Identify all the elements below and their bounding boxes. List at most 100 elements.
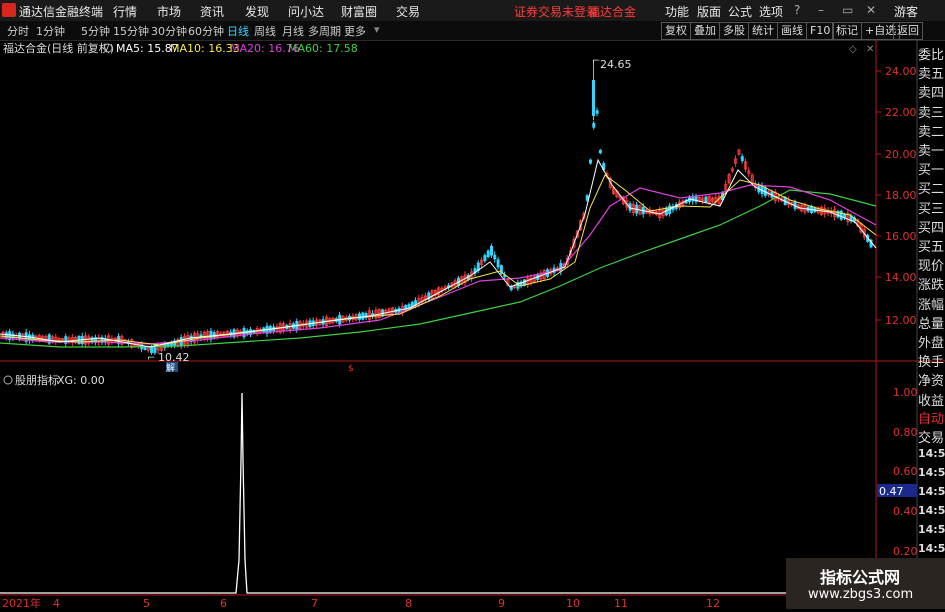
menu-item-formula[interactable]: 公式 [728,3,752,20]
quote-field-label: 委比 [918,48,945,63]
minimize-icon[interactable]: – [818,3,824,17]
watermark-url: www.zbgs3.com [808,587,914,602]
period-tab-60min[interactable]: 60分钟 [188,23,224,39]
kline-chart[interactable]: 福达合金(日线 前复权) MA5: 15.87 MA10: 16.33 MA20… [0,40,945,609]
price-axis: 24.00 22.00 20.00 18.00 16.00 14.00 12.0… [885,65,917,327]
menu-item-news[interactable]: 资讯 [200,3,224,20]
indicator-tick: 0.20 [893,545,918,558]
candle-body [839,210,843,220]
menu-item-ask[interactable]: 问小达 [288,3,324,20]
quote-field-label: 涨幅 [918,297,945,313]
restore-icon[interactable]: ▭ [842,3,853,17]
quote-field-label: 现价 [918,259,945,275]
multi-stock-button[interactable]: 多股 [719,22,749,40]
candle-body [486,250,490,257]
time-tick: 10 [566,597,580,609]
price-tick: 18.00 [885,189,917,202]
candle-body [357,313,361,320]
candle-body [740,156,744,162]
tick-time: 14:56 [918,504,945,517]
unlock-marker[interactable]: 解 [166,362,175,374]
back-button[interactable]: 返回 [893,22,923,40]
time-tick: 8 [405,597,412,609]
candle-body [704,196,708,203]
period-tab-monthly[interactable]: 月线 [282,23,304,39]
ma5-line [0,158,877,348]
menu-item-function[interactable]: 功能 [665,3,689,20]
close-icon[interactable]: ✕ [866,3,876,17]
period-tab-multi[interactable]: 多周期 [308,23,341,39]
draw-line-button[interactable]: 画线 [777,22,807,40]
period-tab-intraday[interactable]: 分时 [7,23,29,39]
price-tick: 14.00 [885,271,917,284]
indicator-axis: 1.00 0.80 0.60 0.40 0.20 [893,386,918,558]
time-tick: 4 [53,597,60,609]
adjust-button[interactable]: 复权 [661,22,691,40]
auto-trade-label-2[interactable]: 交易 [918,427,945,446]
login-status[interactable]: 证券交易未登录 [514,3,598,20]
app-title: 通达信金融终端 [19,5,104,19]
candle-body [18,332,22,341]
quote-field-label: 买三 [918,201,945,217]
f10-button[interactable]: F10 [806,22,835,40]
menu-item-wealth[interactable]: 财富圈 [341,3,377,20]
quote-field-label: 净资 [918,374,945,390]
quote-field-label: 买一 [918,163,945,179]
statistics-button[interactable]: 统计 [748,22,778,40]
quote-field-label: 买五 [918,240,945,255]
price-tick: 16.00 [885,230,917,243]
time-tick: 5 [143,597,150,609]
quote-field-label: 买四 [918,220,945,236]
chart-title: 福达合金(日线 前复权) [3,41,114,55]
xg-label: XG: 0.00 [57,374,105,387]
guest-label[interactable]: 游客 [894,3,918,20]
period-tab-more[interactable]: 更多 [344,23,366,39]
sub-chart-title: 股朋指标 [15,373,59,387]
candle-body [493,254,497,260]
menu-bar: 通达信金融终端 行情 市场 资讯 发现 问小达 财富圈 交易 证券交易未登录 福… [0,0,945,22]
watermark-title: 指标公式网 [820,568,901,587]
menu-item-trade[interactable]: 交易 [396,3,420,20]
period-tab-5min[interactable]: 5分钟 [81,23,110,39]
time-tick: 2021年 [2,596,41,609]
price-tick: 12.00 [885,314,917,327]
menu-item-market[interactable]: 市场 [157,3,181,20]
mark-button[interactable]: 标记 [832,22,862,40]
ma60-line [0,189,877,348]
indicator-spike-line [0,392,876,594]
auto-trade-label-1[interactable]: 自动 [918,408,945,427]
menu-item-layout[interactable]: 版面 [697,3,721,20]
price-tick: 24.00 [885,65,917,78]
time-axis: 2021年 4 5 6 7 8 9 10 11 12 [2,596,720,609]
period-tab-30min[interactable]: 30分钟 [151,23,187,39]
quote-field-label: 总量 [918,316,945,332]
menu-item-discover[interactable]: 发现 [245,3,269,20]
time-tick: 11 [614,597,628,609]
candle-body [598,149,602,154]
candle-body [585,195,589,201]
chevron-down-icon[interactable]: ▾ [374,23,380,36]
dividend-marker[interactable]: $ [348,364,354,374]
time-tick: 9 [498,597,505,609]
period-tab-1min[interactable]: 1分钟 [36,23,65,39]
close-chart-icon[interactable]: ✕ [866,44,874,55]
period-tab-weekly[interactable]: 周线 [254,23,276,39]
quote-field-label: 卖四 [918,86,945,102]
time-tick: 6 [220,597,227,609]
tick-time: 14:56 [918,542,945,555]
indicator-tick: 0.80 [893,426,918,439]
menu-item-quotes[interactable]: 行情 [113,3,137,20]
help-icon[interactable]: ? [794,3,800,17]
ma60-label: MA60: 17.58 [288,42,358,55]
period-tab-daily[interactable]: 日线 [227,23,249,39]
period-tab-15min[interactable]: 15分钟 [113,23,149,39]
tick-time: 14:56 [918,485,945,498]
diamond-icon[interactable]: ◇ [849,44,857,55]
price-tick-marks [876,70,881,321]
candlestick-series [1,60,873,355]
quote-field-label: 买二 [918,182,945,198]
candle-body [589,159,593,164]
overlay-button[interactable]: 叠加 [690,22,720,40]
sub-settings-icon[interactable] [3,375,13,385]
menu-item-options[interactable]: 选项 [759,3,783,20]
